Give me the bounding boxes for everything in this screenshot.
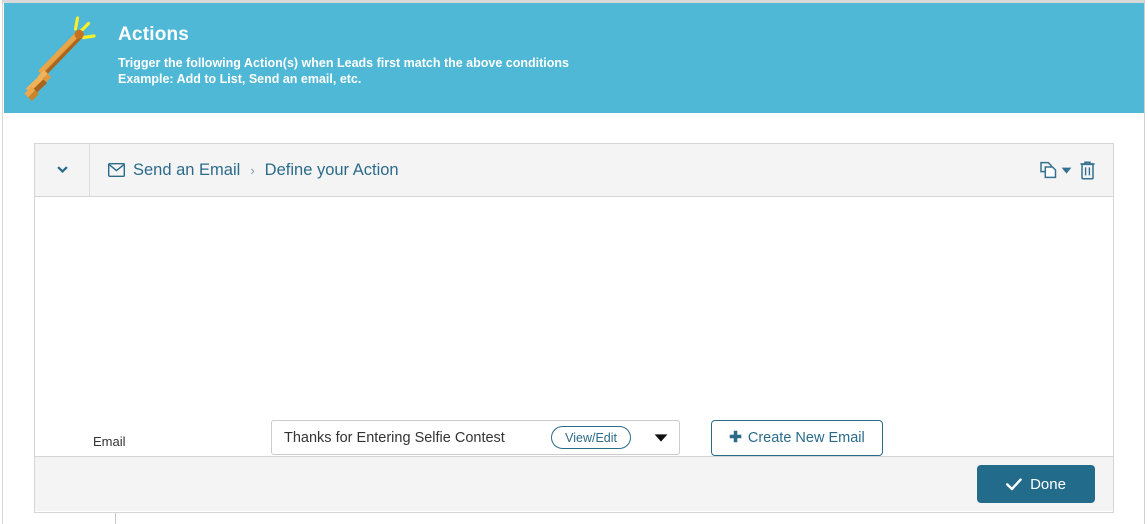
- caret-down-icon: [654, 433, 668, 442]
- duplicate-action-button[interactable]: [1039, 161, 1072, 180]
- banner-subtitle: Trigger the following Action(s) when Lea…: [118, 55, 1018, 87]
- email-selector[interactable]: Thanks for Entering Selfie Contest View/…: [271, 420, 680, 455]
- breadcrumb-separator: ›: [250, 162, 255, 178]
- action-card-header: Send an Email › Define your Action: [35, 144, 1113, 197]
- action-editor-page: Actions Trigger the following Action(s) …: [0, 0, 1148, 524]
- breadcrumb-root-label: Send an Email: [133, 160, 241, 179]
- done-label: Done: [1030, 475, 1066, 493]
- create-new-email-button[interactable]: ✚ Create New Email: [711, 420, 883, 456]
- page-frame-left: [0, 0, 3, 524]
- trash-icon: [1080, 160, 1095, 179]
- email-dropdown-toggle[interactable]: [643, 433, 679, 443]
- done-button[interactable]: Done: [977, 465, 1095, 503]
- envelope-icon: [108, 163, 125, 177]
- collapse-toggle-button[interactable]: [35, 144, 90, 196]
- email-row-label: Email: [93, 434, 126, 449]
- create-new-email-label: Create New Email: [747, 430, 865, 446]
- banner-example-text: Add to List, Send an email, etc.: [173, 72, 362, 86]
- page-frame-right: [1144, 0, 1148, 524]
- chevron-down-icon: [56, 165, 68, 173]
- check-icon: [1006, 477, 1022, 490]
- banner-text-block: Actions Trigger the following Action(s) …: [118, 23, 1018, 87]
- breadcrumb-current-label: Define your Action: [264, 160, 399, 179]
- delete-action-button[interactable]: [1079, 160, 1096, 180]
- action-card-footer: Done: [35, 456, 1113, 511]
- below-card-rule: [4, 513, 1144, 514]
- banner-subtitle-line2: Example: Add to List, Send an email, etc…: [118, 71, 1018, 87]
- header-tools: [1039, 144, 1113, 196]
- magic-wand-icon: [24, 16, 96, 101]
- breadcrumb-send-an-email[interactable]: Send an Email: [108, 161, 240, 180]
- caret-down-icon: [1061, 167, 1072, 174]
- banner-example-label: Example:: [118, 72, 174, 86]
- banner-title: Actions: [118, 24, 190, 45]
- action-card-body: Email Thanks for Entering Selfie Contest…: [35, 197, 1113, 510]
- view-edit-button[interactable]: View/Edit: [551, 426, 631, 449]
- copy-icon: [1040, 161, 1057, 178]
- breadcrumb: Send an Email › Define your Action: [90, 144, 1039, 196]
- below-card-divider: [115, 513, 116, 524]
- banner-subtitle-line1: Trigger the following Action(s) when Lea…: [118, 56, 569, 70]
- actions-banner: Actions Trigger the following Action(s) …: [4, 3, 1144, 113]
- plus-icon: ✚: [729, 428, 742, 446]
- email-selected-value: Thanks for Entering Selfie Contest: [284, 429, 505, 446]
- action-card: Send an Email › Define your Action Email…: [34, 143, 1114, 513]
